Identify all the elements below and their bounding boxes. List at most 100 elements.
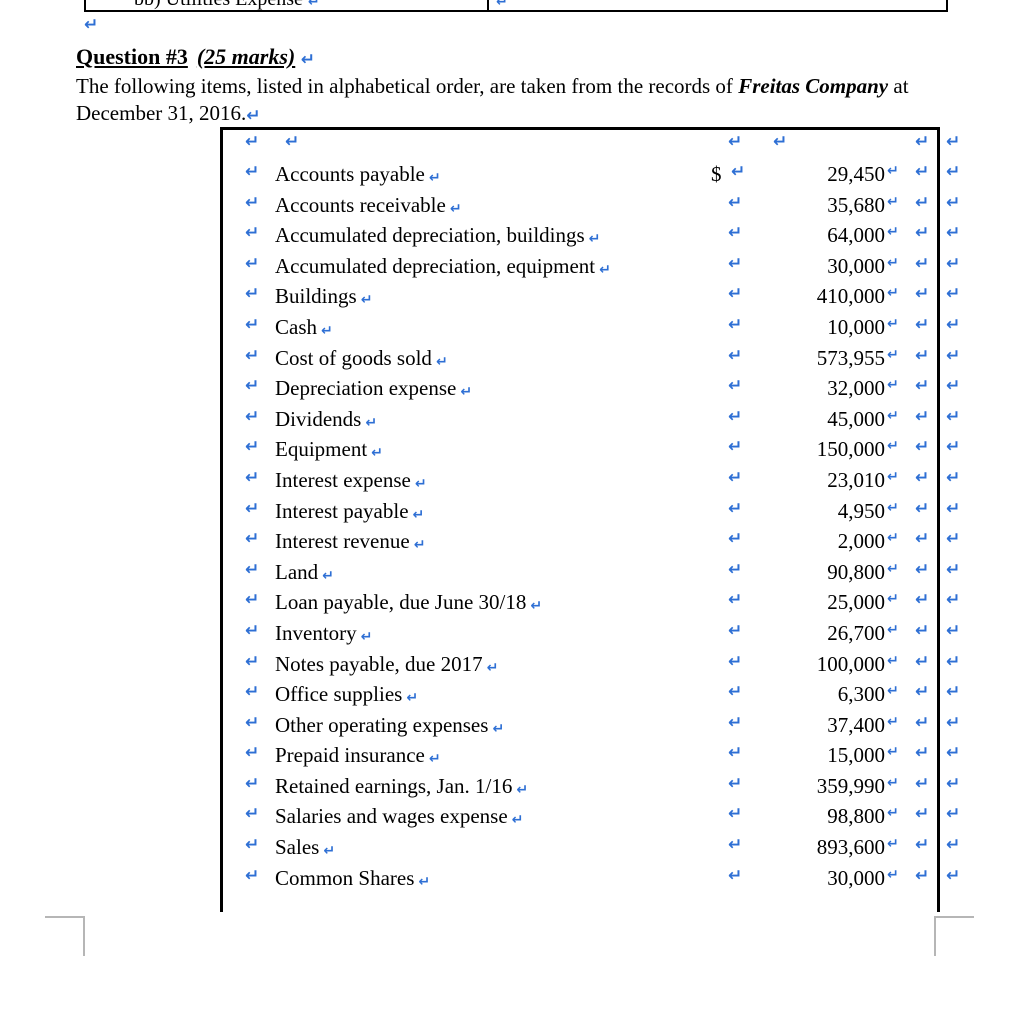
grammar-squiggle-icon xyxy=(200,64,226,69)
return-mark-icon: ↵ xyxy=(322,567,334,584)
return-mark-icon: ↵ xyxy=(245,773,260,794)
table-row: ↵ Cost of goods sold ↵ ↵ 573,955 ↵ ↵ xyxy=(223,344,937,375)
return-mark-icon: ↵ xyxy=(946,467,961,488)
return-mark-icon: ↵ xyxy=(588,231,601,248)
return-mark-icon: ↵ xyxy=(371,445,383,462)
return-mark-icon: ↵ xyxy=(245,559,260,580)
return-mark-icon: ↵ xyxy=(728,651,743,672)
account-item-value: 15,000 xyxy=(827,743,885,768)
return-mark-icon: ↵ xyxy=(530,598,543,615)
account-item-label: Sales ↵ xyxy=(275,835,336,860)
return-mark-icon: ↵ xyxy=(728,865,743,886)
return-mark-icon: ↵ xyxy=(321,322,333,339)
account-item-label: Accounts payable ↵ xyxy=(275,162,441,186)
return-mark-icon: ↵ xyxy=(887,163,899,179)
table-row: ↵ Loan payable, due June 30/18 ↵ ↵ 25,000 ↵ ↵ xyxy=(223,588,937,619)
return-mark-icon: ↵ xyxy=(511,812,524,829)
table-row: ↵ Notes payable, due 2017 ↵ ↵ 100,000 ↵ ↵ xyxy=(223,650,937,681)
return-mark-icon: ↵ xyxy=(946,651,961,672)
return-mark-icon: ↵ xyxy=(887,407,899,424)
return-mark-icon: ↵ xyxy=(516,781,529,798)
return-mark-icon: ↵ xyxy=(728,253,743,274)
return-mark-icon: ↵ xyxy=(428,170,441,186)
return-mark-icon: ↵ xyxy=(728,559,743,580)
return-mark-icon: ↵ xyxy=(887,683,899,700)
account-item-value: 10,000 xyxy=(827,314,885,339)
intro-text-part1: The following items, listed in alphabeti… xyxy=(76,74,739,98)
account-item-value: 359,990 xyxy=(816,773,885,798)
return-mark-icon: ↵ xyxy=(887,652,899,669)
return-mark-icon: ↵ xyxy=(887,530,899,547)
account-item-value: 35,680 xyxy=(827,192,885,217)
account-item-label: Cost of goods sold ↵ xyxy=(275,345,448,370)
return-mark-icon: ↵ xyxy=(887,744,899,761)
return-mark-icon: ↵ xyxy=(915,498,930,519)
return-mark-icon: ↵ xyxy=(887,285,899,302)
return-mark-icon: ↵ xyxy=(731,162,746,182)
table-row: ↵ Salaries and wages expense ↵ ↵ 98,800 ↵ ↵ xyxy=(223,802,937,833)
return-mark-icon: ↵ xyxy=(728,620,743,641)
return-mark-icon: ↵ xyxy=(887,866,899,883)
return-mark-icon: ↵ xyxy=(887,438,899,455)
account-item-label: Interest revenue ↵ xyxy=(275,529,426,554)
return-mark-icon: ↵ xyxy=(449,200,462,217)
company-name: Freitas Company xyxy=(738,74,889,98)
account-item-label: Retained earnings, Jan. 1/16 ↵ xyxy=(275,773,529,798)
table-row: ↵ Accumulated depreciation, buildings ↵ ↵ 64… xyxy=(223,221,937,252)
account-item-label: Salaries and wages expense ↵ xyxy=(275,804,524,829)
account-item-label: Dividends ↵ xyxy=(275,406,378,431)
return-mark-icon: ↵ xyxy=(460,384,473,401)
account-item-value: 150,000 xyxy=(816,437,885,462)
table-row: ↵ Other operating expenses ↵ ↵ 37,400 ↵ ↵ xyxy=(223,711,937,742)
return-mark-icon: ↵ xyxy=(245,253,260,274)
return-mark-icon: ↵ xyxy=(245,406,260,427)
table-row: ↵ Buildings ↵ ↵ 410,000 ↵ ↵ xyxy=(223,282,937,313)
return-mark-icon: ↵ xyxy=(946,253,961,274)
return-mark-icon: ↵ xyxy=(915,835,930,856)
return-mark-icon: ↵ xyxy=(887,224,899,241)
account-item-value: 25,000 xyxy=(827,590,885,615)
account-item-label: Accumulated depreciation, equipment ↵ xyxy=(275,253,611,278)
return-mark-icon: ↵ xyxy=(496,0,508,10)
account-item-label: Notes payable, due 2017 ↵ xyxy=(275,651,499,676)
top-table-column-divider xyxy=(487,0,489,10)
return-mark-icon: ↵ xyxy=(414,475,427,492)
account-item-label: Common Shares ↵ xyxy=(275,865,431,890)
account-item-value: 29,450 xyxy=(827,162,885,186)
return-mark-icon: ↵ xyxy=(946,284,961,305)
return-mark-icon: ↵ xyxy=(728,314,743,335)
account-item-value: 45,000 xyxy=(827,406,885,431)
account-item-label: Equipment ↵ xyxy=(275,437,383,462)
return-mark-icon: ↵ xyxy=(728,835,743,856)
return-mark-icon: ↵ xyxy=(946,590,961,611)
return-mark-icon: ↵ xyxy=(915,345,930,366)
return-mark-icon: ↵ xyxy=(887,774,899,791)
return-mark-icon: ↵ xyxy=(599,261,611,278)
return-mark-icon: ↵ xyxy=(946,376,961,397)
return-mark-icon: ↵ xyxy=(915,223,930,244)
table-row: ↵ Prepaid insurance ↵ ↵ 15,000 ↵ ↵ xyxy=(223,741,937,772)
return-mark-icon: ↵ xyxy=(915,132,930,152)
return-mark-icon: ↵ xyxy=(915,437,930,458)
table-row: ↵ Equipment ↵ ↵ 150,000 ↵ ↵ xyxy=(223,435,937,466)
return-mark-icon: ↵ xyxy=(915,804,930,825)
return-mark-icon: ↵ xyxy=(728,529,743,550)
return-mark-icon: ↵ xyxy=(887,805,899,822)
table-row: ↵ Cash ↵ ↵ 10,000 ↵ ↵ xyxy=(223,313,937,344)
question-number: Question #3 xyxy=(76,44,188,69)
return-mark-icon: ↵ xyxy=(307,0,320,10)
return-mark-icon: ↵ xyxy=(285,132,300,152)
paragraph-mark-icon: ↵ xyxy=(300,50,315,70)
return-mark-icon: ↵ xyxy=(245,804,260,825)
return-mark-icon: ↵ xyxy=(728,498,743,519)
return-mark-icon: ↵ xyxy=(728,712,743,733)
return-mark-icon: ↵ xyxy=(887,713,899,730)
return-mark-icon: ↵ xyxy=(946,345,961,366)
return-mark-icon: ↵ xyxy=(887,621,899,638)
return-mark-icon: ↵ xyxy=(946,437,961,458)
return-mark-icon: ↵ xyxy=(728,192,743,213)
return-mark-icon: ↵ xyxy=(915,406,930,427)
account-item-label: Depreciation expense ↵ xyxy=(275,376,473,401)
account-item-label: Cash ↵ xyxy=(275,314,333,339)
return-mark-icon: ↵ xyxy=(728,682,743,703)
